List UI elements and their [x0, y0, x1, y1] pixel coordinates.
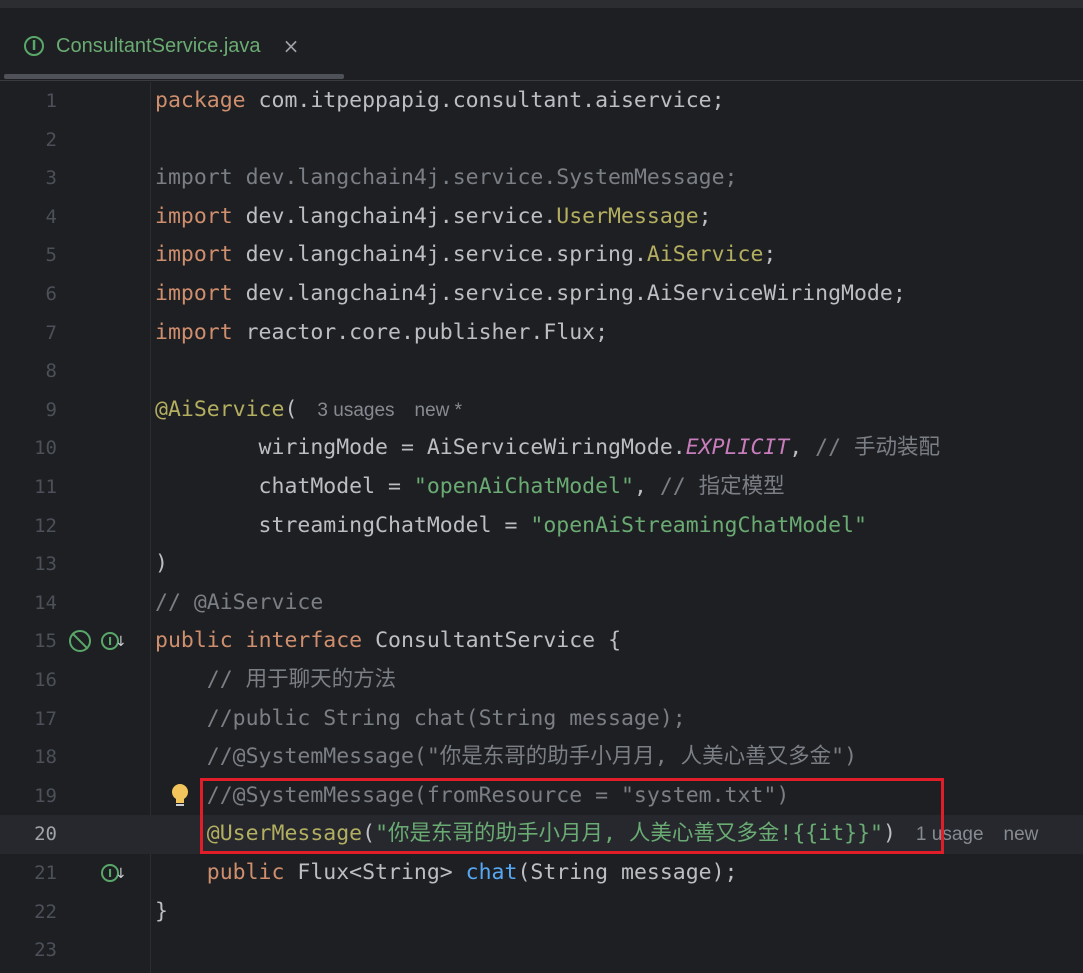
code-text: @AiService(3 usages new *: [155, 396, 463, 422]
code-line: 18 //@SystemMessage("你是东哥的助手小月月, 人美心善又多金…: [0, 738, 1083, 777]
code-line: 7 import reactor.core.publisher.Flux;: [0, 314, 1083, 353]
close-icon[interactable]: ×: [283, 34, 300, 58]
code-text: // 用于聊天的方法: [155, 667, 397, 692]
line-number: 4: [45, 205, 57, 228]
line-number: 13: [34, 553, 57, 576]
editor-tab-bar: I ConsultantService.java ×: [0, 8, 1083, 81]
line-number: 14: [34, 591, 57, 614]
arrow-down-icon: ↓: [115, 634, 127, 651]
code-text: import reactor.core.publisher.Flux;: [155, 319, 609, 345]
code-text: //@SystemMessage("你是东哥的助手小月月, 人美心善又多金"): [155, 744, 858, 770]
code-line: 21 I ↓ public Flux<String> chat(String m…: [0, 854, 1083, 893]
line-number: 10: [34, 437, 57, 460]
code-line: 9 @AiService(3 usages new *: [0, 391, 1083, 430]
code-line: 6 import dev.langchain4j.service.spring.…: [0, 275, 1083, 314]
code-line: 11 chatModel = "openAiChatModel", // 指定模…: [0, 468, 1083, 507]
author-hint[interactable]: new *: [415, 400, 463, 421]
active-tab-indicator: [4, 74, 344, 79]
red-highlight-box: [200, 778, 944, 854]
code-line: 2: [0, 121, 1083, 160]
code-line: 16 // 用于聊天的方法: [0, 661, 1083, 700]
line-number: 9: [45, 398, 57, 421]
code-text: streamingChatModel = "openAiStreamingCha…: [155, 512, 867, 538]
code-text: public interface ConsultantService {: [155, 628, 622, 654]
code-text: package com.itpeppapig.consultant.aiserv…: [155, 88, 725, 113]
code-line: 17 //public String chat(String message);: [0, 700, 1083, 739]
code-text: import dev.langchain4j.service.SystemMes…: [155, 165, 738, 191]
no-beans-icon[interactable]: [69, 630, 91, 653]
code-line: 22 }: [0, 893, 1083, 932]
line-number: 11: [34, 476, 57, 498]
line-number: 15: [34, 630, 57, 653]
code-line: 23: [0, 931, 1083, 970]
line-number: 1: [45, 90, 57, 112]
line-number: 2: [45, 128, 57, 151]
code-line: 12 streamingChatModel = "openAiStreaming…: [0, 507, 1083, 546]
line-number: 6: [45, 283, 57, 305]
line-number: 16: [34, 669, 57, 691]
usages-hint[interactable]: 3 usages: [317, 400, 394, 421]
code-text: //public String chat(String message);: [155, 705, 686, 731]
line-number: 21: [34, 862, 57, 884]
line-number: 22: [34, 900, 57, 923]
line-number: 5: [45, 244, 57, 267]
line-number: 7: [45, 321, 57, 344]
line-number: 23: [34, 939, 57, 962]
code-text: wiringMode = AiServiceWiringMode.EXPLICI…: [155, 435, 941, 461]
code-line: 13 ): [0, 545, 1083, 584]
code-line: 10 wiringMode = AiServiceWiringMode.EXPL…: [0, 429, 1083, 468]
line-number: 20: [34, 823, 57, 846]
line-number: 8: [45, 360, 57, 383]
code-text: import dev.langchain4j.service.spring.Ai…: [155, 281, 906, 306]
code-text: // @AiService: [155, 589, 324, 615]
code-text: }: [155, 898, 168, 924]
line-number: 12: [34, 514, 57, 537]
line-number: 19: [34, 784, 57, 807]
code-text: chatModel = "openAiChatModel", // 指定模型: [155, 474, 785, 499]
code-line: 3 import dev.langchain4j.service.SystemM…: [0, 159, 1083, 198]
code-text: import dev.langchain4j.service.spring.Ai…: [155, 242, 777, 268]
code-editor[interactable]: 1 package com.itpeppapig.consultant.aise…: [0, 82, 1083, 973]
interface-icon: I: [24, 36, 44, 56]
line-number: 18: [34, 746, 57, 769]
code-text: ): [155, 551, 168, 577]
line-number: 3: [45, 167, 57, 190]
code-line: 8: [0, 352, 1083, 391]
tab-consultant-service[interactable]: I ConsultantService.java ×: [14, 24, 344, 68]
window-top-strip: [0, 0, 1083, 8]
code-text: public Flux<String> chat(String message)…: [206, 860, 738, 885]
code-text: import dev.langchain4j.service.UserMessa…: [155, 203, 712, 229]
code-line: 5 import dev.langchain4j.service.spring.…: [0, 236, 1083, 275]
code-line: 4 import dev.langchain4j.service.UserMes…: [0, 198, 1083, 237]
code-line: 15 I ↓ public interface ConsultantServic…: [0, 622, 1083, 661]
arrow-down-icon: ↓: [115, 866, 127, 882]
author-hint[interactable]: new: [1004, 824, 1039, 845]
code-line: 1 package com.itpeppapig.consultant.aise…: [0, 82, 1083, 121]
tab-title: ConsultantService.java: [56, 34, 261, 57]
line-number: 17: [34, 707, 57, 730]
code-line: 14 // @AiService: [0, 584, 1083, 623]
